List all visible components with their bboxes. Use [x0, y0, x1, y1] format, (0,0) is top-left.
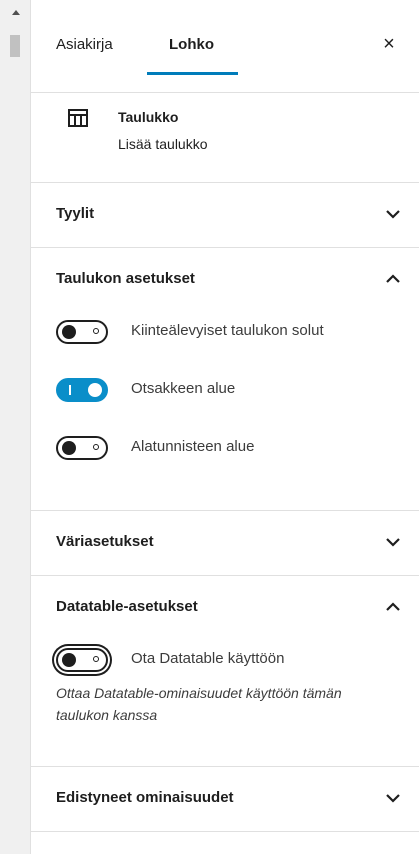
datatable-help-text: Ottaa Datatable-ominaisuudet käyttöön tä… [56, 685, 342, 723]
tab-block[interactable]: Lohko [169, 36, 214, 53]
active-tab-indicator [147, 72, 238, 75]
section-title: Edistyneet ominaisuudet [56, 789, 234, 806]
chevron-down-icon [386, 538, 400, 547]
section-title: Datatable-asetukset [56, 598, 198, 615]
toggle-label: Ota Datatable käyttöön [131, 650, 285, 667]
toggle-label: Alatunnisteen alue [131, 438, 255, 455]
section-title: Tyylit [56, 205, 95, 222]
styles-panel: Tyylit [31, 183, 419, 248]
table-settings-panel-toggle[interactable]: Taulukon asetukset [31, 248, 419, 312]
scroll-thumb[interactable] [10, 35, 20, 57]
sidebar-tabs: Asiakirja Lohko × [31, 0, 419, 93]
block-description: Lisää taulukko [118, 136, 208, 152]
datatable-enable-toggle[interactable] [56, 648, 108, 672]
footer-section-toggle[interactable] [56, 436, 108, 460]
block-title: Taulukko [118, 109, 179, 125]
advanced-panel-toggle[interactable]: Edistyneet ominaisuudet [31, 767, 419, 831]
chevron-up-icon [386, 274, 400, 283]
scroll-up-arrow-icon[interactable] [12, 10, 20, 15]
header-section-toggle[interactable] [56, 378, 108, 402]
color-settings-panel: Väriasetukset [31, 511, 419, 576]
block-settings-sidebar: Asiakirja Lohko × Taulukko Lisää taulukk… [30, 0, 419, 854]
datatable-settings-panel-toggle[interactable]: Datatable-asetukset [31, 576, 419, 640]
datatable-enable-row: Ota Datatable käyttöön [31, 640, 419, 682]
toggle-label: Kiinteälevyiset taulukon solut [131, 322, 324, 339]
section-title: Väriasetukset [56, 533, 154, 550]
scrollbar[interactable] [0, 0, 30, 854]
toggle-label: Otsakkeen alue [131, 380, 236, 397]
advanced-panel: Edistyneet ominaisuudet [31, 767, 419, 832]
block-card: Taulukko Lisää taulukko [31, 93, 419, 183]
chevron-down-icon [386, 210, 400, 219]
chevron-down-icon [386, 794, 400, 803]
datatable-settings-panel: Datatable-asetukset Ota Datatable käyttö… [31, 576, 419, 767]
section-title: Taulukon asetukset [56, 270, 195, 287]
header-section-row: Otsakkeen alue [31, 370, 419, 428]
fixed-width-cells-toggle[interactable] [56, 320, 108, 344]
chevron-up-icon [386, 602, 400, 611]
table-settings-panel: Taulukon asetukset Kiinteälevyiset taulu… [31, 248, 419, 511]
footer-section-row: Alatunnisteen alue [31, 428, 419, 486]
tab-document[interactable]: Asiakirja [56, 36, 113, 53]
close-icon[interactable]: × [377, 32, 401, 56]
styles-panel-toggle[interactable]: Tyylit [31, 183, 419, 247]
fixed-width-cells-row: Kiinteälevyiset taulukon solut [31, 312, 419, 370]
table-icon [68, 109, 88, 127]
color-settings-panel-toggle[interactable]: Väriasetukset [31, 511, 419, 575]
